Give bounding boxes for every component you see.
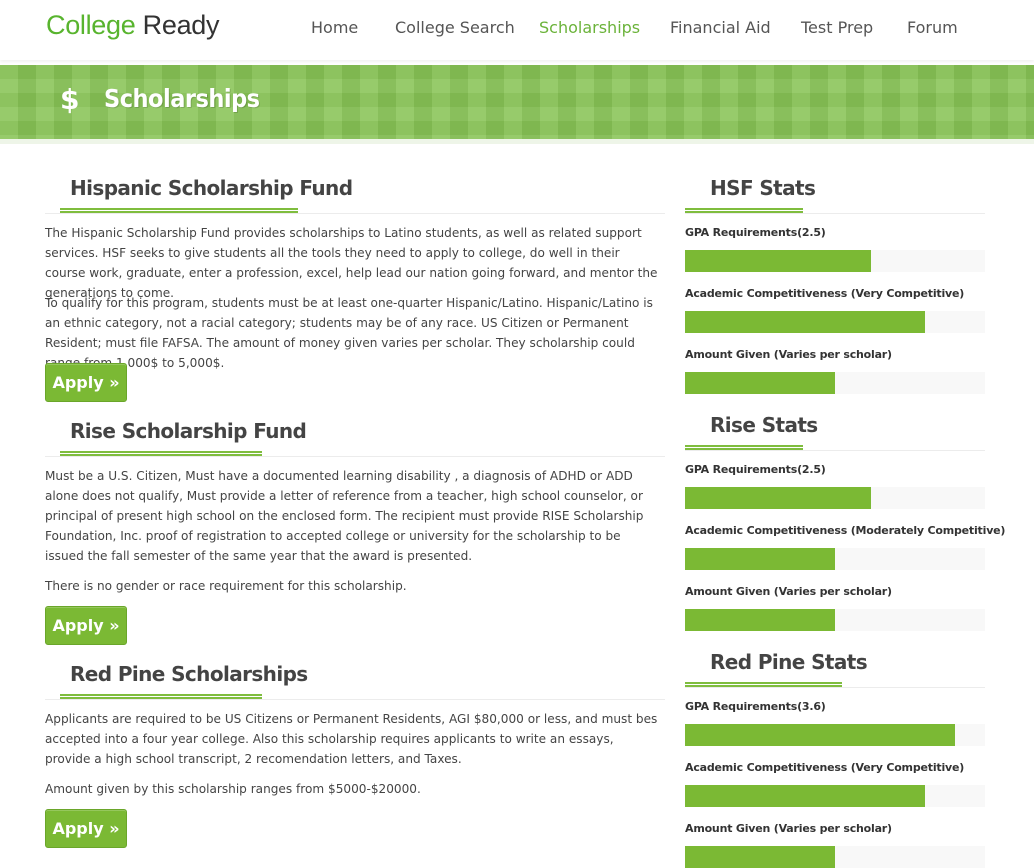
nav-financial-aid[interactable]: Financial Aid [670,18,771,37]
title-underline [685,445,803,450]
stat-label: GPA Requirements(3.6) [685,700,826,713]
stat-label: Academic Competitiveness (Moderately Com… [685,524,1006,537]
scholarship-amount: Amount given by this scholarship ranges … [45,782,421,796]
title-divider [685,213,985,214]
scholarship-description: The Hispanic Scholarship Fund provides s… [45,226,658,300]
stat-bar [685,724,985,746]
page-banner: $ Scholarships [0,65,1034,139]
site-header: College Ready Home College Search Schola… [0,0,1034,60]
stat-bar [685,846,985,868]
stats-title: Rise Stats [710,413,818,437]
title-underline [60,451,262,456]
dollar-icon: $ [60,83,80,116]
scholarship-title: Red Pine Scholarships [70,662,308,686]
stat-bar-fill [685,372,835,394]
stat-bar-fill [685,609,835,631]
stat-bar [685,311,985,333]
stat-bar [685,609,985,631]
title-underline [685,682,842,687]
stat-label: Amount Given (Varies per scholar) [685,348,892,361]
stat-bar-fill [685,487,871,509]
title-divider [685,687,985,688]
title-divider [685,450,985,451]
scholarship-title: Rise Scholarship Fund [70,419,307,443]
scholarship-eligibility: To qualify for this program, students mu… [45,296,653,370]
stat-label: Amount Given (Varies per scholar) [685,822,892,835]
nav-test-prep[interactable]: Test Prep [801,18,873,37]
apply-button-rise[interactable]: Apply » [45,606,127,645]
scholarship-title: Hispanic Scholarship Fund [70,176,353,200]
stat-bar [685,785,985,807]
stat-bar-fill [685,724,955,746]
nav-scholarships[interactable]: Scholarships [539,18,640,37]
nav-forum[interactable]: Forum [907,18,958,37]
title-divider [45,456,665,457]
stat-bar [685,372,985,394]
title-underline [685,208,803,213]
title-divider [45,699,665,700]
apply-button-red-pine[interactable]: Apply » [45,809,127,848]
stats-title: Red Pine Stats [710,650,868,674]
stats-title: HSF Stats [710,176,816,200]
title-underline [60,208,298,213]
stat-bar-fill [685,846,835,868]
stat-bar [685,548,985,570]
banner-divider [0,139,1034,144]
stat-label: Academic Competitiveness (Very Competiti… [685,287,965,300]
scholarship-eligibility: There is no gender or race requirement f… [45,579,407,593]
page-title: Scholarships [104,84,260,113]
nav-college-search[interactable]: College Search [395,18,515,37]
stat-bar [685,250,985,272]
stat-bar-fill [685,311,925,333]
stat-bar-fill [685,250,871,272]
main-nav: Home College Search Scholarships Financi… [0,18,1034,42]
nav-home[interactable]: Home [311,18,358,37]
stat-bar [685,487,985,509]
stat-label: GPA Requirements(2.5) [685,463,826,476]
scholarship-description: Must be a U.S. Citizen, Must have a docu… [45,469,644,563]
stat-label: Amount Given (Varies per scholar) [685,585,892,598]
stat-bar-fill [685,785,925,807]
title-divider [45,213,665,214]
apply-button-hsf[interactable]: Apply » [45,363,127,402]
stat-label: Academic Competitiveness (Very Competiti… [685,761,965,774]
stat-label: GPA Requirements(2.5) [685,226,826,239]
title-underline [60,694,262,699]
stat-bar-fill [685,548,835,570]
scholarship-description: Applicants are required to be US Citizen… [45,712,658,766]
